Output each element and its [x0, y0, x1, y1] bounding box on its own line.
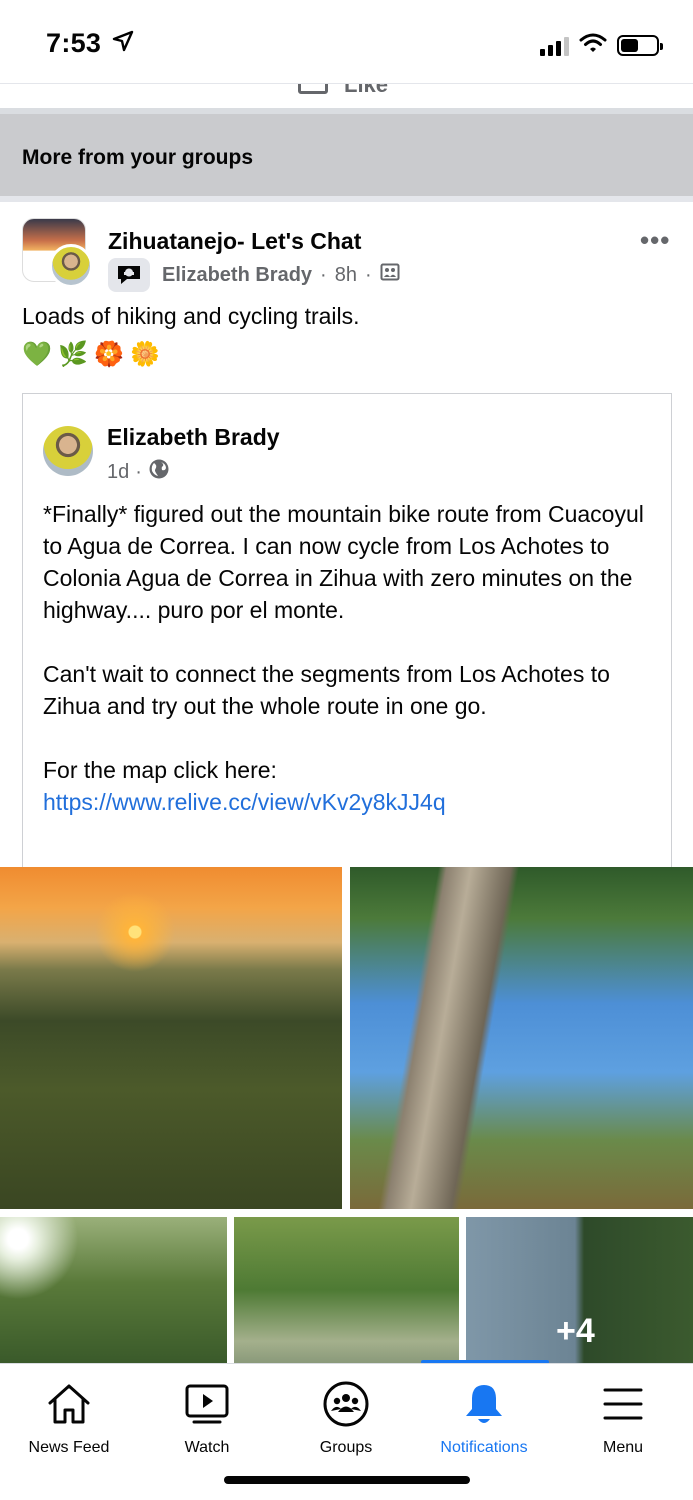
battery-icon: [617, 35, 663, 56]
tab-label: Menu: [602, 1439, 644, 1456]
post-meta: Elizabeth Brady · 8h ·: [108, 258, 400, 292]
watch-play-icon: [183, 1380, 231, 1428]
photo-forest-sunlight[interactable]: [0, 1217, 227, 1363]
shared-post-paragraph: *Finally* figured out the mountain bike …: [43, 501, 644, 623]
previous-post-like-row[interactable]: Like: [0, 84, 693, 108]
more-options-icon[interactable]: •••: [640, 225, 670, 256]
bell-icon: [460, 1380, 508, 1428]
more-photos-count[interactable]: +4: [556, 1312, 595, 1351]
signal-icon: [540, 36, 569, 56]
battery-level: [621, 39, 638, 52]
status-bar: 7:53: [0, 0, 693, 84]
blossom-emoji: 🌼: [130, 341, 160, 368]
groups-icon: [322, 1380, 370, 1428]
tab-watch[interactable]: Watch: [138, 1364, 276, 1464]
shared-post-paragraph: Can't wait to connect the segments from …: [43, 661, 610, 719]
photo-tree-trunk[interactable]: [350, 867, 693, 1209]
shared-post-meta: 1d ·: [107, 458, 170, 486]
location-arrow-icon: [112, 30, 134, 57]
divider: [0, 196, 693, 202]
map-link[interactable]: https://www.relive.cc/view/vKv2y8kJJ4q: [43, 789, 446, 815]
post-author[interactable]: Elizabeth Brady: [162, 264, 312, 287]
tab-notifications[interactable]: Notifications: [415, 1364, 553, 1464]
group-name[interactable]: Zihuatanejo- Let's Chat: [108, 228, 361, 255]
photo-grid: [0, 867, 693, 1363]
like-icon: [298, 84, 328, 94]
photo-sunset-meadow[interactable]: [0, 867, 342, 1209]
meta-separator: ·: [135, 460, 142, 483]
shared-author-avatar[interactable]: [43, 426, 93, 476]
author-avatar[interactable]: [49, 244, 93, 288]
globe-icon: [148, 458, 170, 486]
shared-author-name[interactable]: Elizabeth Brady: [107, 424, 280, 451]
group-chat-badge-icon: [108, 258, 150, 292]
post-text: Loads of hiking and cycling trails.: [22, 303, 360, 329]
hamburger-menu-icon: [599, 1380, 647, 1428]
shared-post-card[interactable]: Elizabeth Brady 1d · *Finally* figured o…: [22, 393, 672, 873]
tab-label: Groups: [319, 1439, 373, 1456]
status-icons: [540, 32, 663, 59]
tab-groups[interactable]: Groups: [277, 1364, 415, 1464]
herb-emoji: 🌿: [58, 341, 88, 368]
like-label: Like: [344, 84, 389, 97]
status-time: 7:53: [46, 28, 102, 58]
tab-label: News Feed: [28, 1439, 110, 1456]
post-time[interactable]: 8h: [335, 264, 357, 287]
tab-label: Notifications: [440, 1439, 528, 1456]
emoji-row: 💚 🌿 🏵️ 🌼: [22, 340, 160, 370]
green-heart-emoji: 💚: [22, 341, 52, 368]
tab-menu[interactable]: Menu: [554, 1364, 692, 1464]
section-title: More from your groups: [22, 146, 254, 169]
shared-post-time[interactable]: 1d: [107, 461, 129, 484]
tab-news-feed[interactable]: News Feed: [0, 1364, 138, 1464]
shared-post-map-line: For the map click here: https://www.reli…: [43, 754, 659, 818]
map-prefix: For the map click here:: [43, 757, 277, 783]
shared-post-body: *Finally* figured out the mountain bike …: [43, 498, 659, 850]
rosette-emoji: 🏵️: [94, 341, 124, 368]
home-icon: [45, 1380, 93, 1428]
home-indicator[interactable]: [224, 1476, 470, 1484]
section-header: More from your groups: [0, 114, 693, 196]
tab-label: Watch: [184, 1439, 230, 1456]
meta-separator: ·: [320, 263, 327, 286]
group-members-icon: [380, 262, 400, 288]
wifi-icon: [579, 32, 607, 59]
meta-separator: ·: [364, 263, 372, 286]
photo-forest-creek[interactable]: [234, 1217, 459, 1363]
